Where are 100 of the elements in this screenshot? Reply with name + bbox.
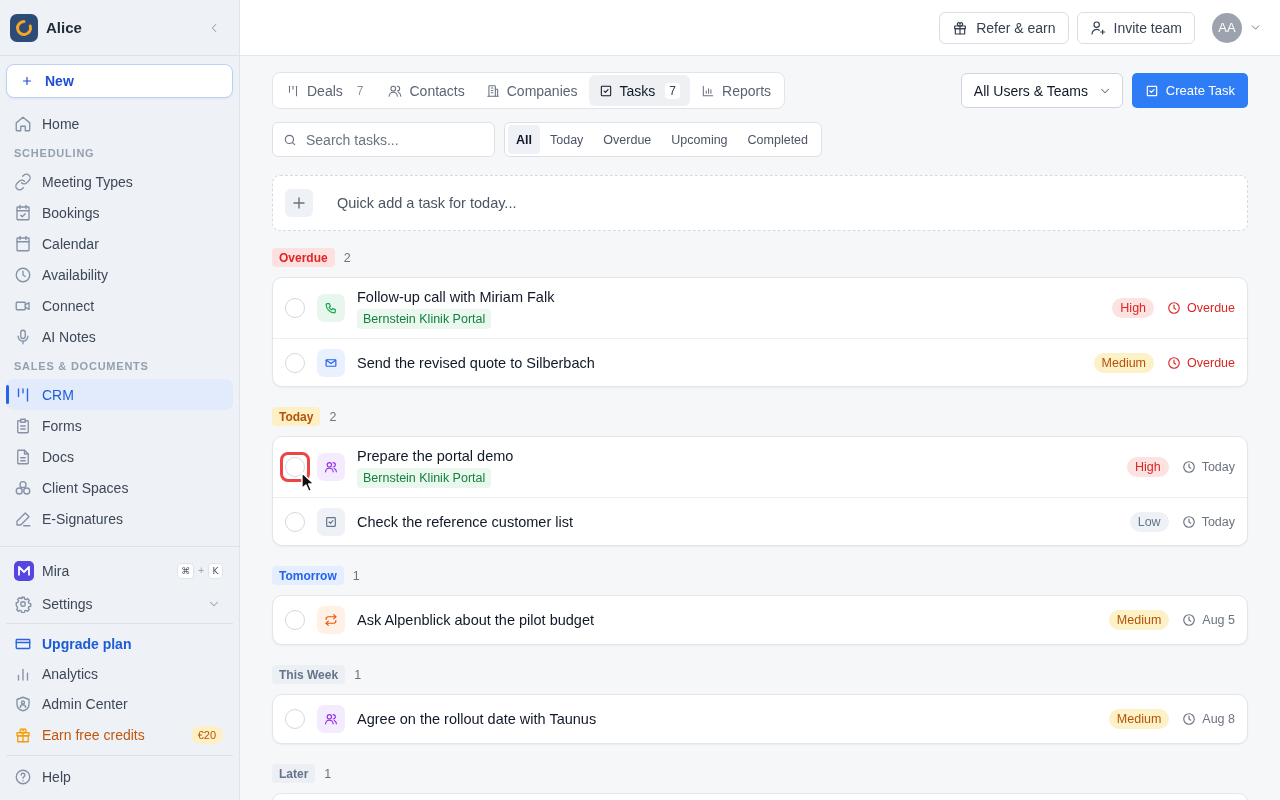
sidebar-item[interactable]: Availability	[6, 259, 233, 290]
filter-tab[interactable]: Completed	[737, 125, 819, 154]
shield-user-icon	[14, 695, 32, 713]
task-title: Prepare the portal demo	[357, 446, 514, 465]
columns-icon	[286, 83, 300, 98]
help-item[interactable]: Help	[6, 761, 233, 792]
group-count: 2	[329, 409, 337, 424]
group-count: 1	[352, 568, 360, 583]
due-label: Today	[1201, 460, 1235, 474]
shortcut-separator: +	[198, 565, 204, 576]
bar-chart-icon	[701, 83, 716, 98]
sidebar-link[interactable]: Analytics	[6, 659, 233, 689]
clock-icon	[1167, 301, 1182, 315]
tab[interactable]: Deals 7	[276, 75, 378, 106]
settings-icon	[14, 594, 32, 613]
due-label: Aug 5	[1202, 613, 1235, 627]
create-task-button[interactable]: Create Task	[1131, 73, 1248, 108]
quick-add-field[interactable]: Quick add a task for today...	[272, 175, 1248, 231]
priority-badge: Medium	[1093, 352, 1155, 373]
sidebar-item[interactable]: Docs	[6, 441, 233, 472]
tab-count: 7	[665, 82, 681, 99]
clock-icon	[1182, 712, 1197, 726]
new-button[interactable]: New	[6, 64, 233, 98]
workspace-logo-icon	[10, 13, 38, 42]
tab[interactable]: Companies	[475, 75, 588, 106]
task-title: Check the reference customer list	[357, 512, 573, 531]
task-title: Send the revised quote to Silberbach	[357, 353, 595, 372]
filter-tab[interactable]: Today	[540, 125, 594, 154]
shortcut-key: K	[208, 562, 223, 579]
help-icon	[14, 767, 32, 786]
filter-tab[interactable]: Upcoming	[661, 125, 738, 154]
task-title: Ask Alpenblick about the pilot budget	[357, 611, 594, 629]
invite-team-button[interactable]: Invite team	[1076, 11, 1195, 44]
group-count: 2	[343, 250, 351, 265]
refer-earn-button[interactable]: Refer & earn	[939, 11, 1069, 44]
sidebar-item[interactable]: AI Notes	[6, 321, 233, 352]
sidebar-item[interactable]: CRM	[6, 379, 233, 410]
workspace-name: Alice	[46, 19, 82, 36]
plus-icon[interactable]	[285, 189, 313, 217]
priority-badge: Medium	[1108, 709, 1170, 729]
due-label: Aug 8	[1202, 712, 1235, 726]
users-icon	[388, 83, 403, 98]
owner-dropdown[interactable]: All Users & Teams	[960, 73, 1123, 108]
filter-tab[interactable]: Overdue	[593, 125, 662, 154]
plus-icon	[21, 75, 33, 87]
link-icon	[14, 172, 32, 191]
settings-item[interactable]: Settings	[6, 588, 233, 619]
sidebar-item[interactable]: Calendar	[6, 228, 233, 259]
filter-tab[interactable]: All	[508, 125, 540, 154]
sidebar-item[interactable]: Connect	[6, 290, 233, 321]
users-icon	[317, 705, 345, 733]
sidebar-item[interactable]: Home	[6, 108, 233, 139]
priority-badge: High	[1112, 298, 1155, 318]
gift-icon	[14, 726, 32, 744]
due-label: Overdue	[1187, 355, 1235, 370]
users-icon	[317, 453, 345, 481]
sidebar-item[interactable]: Bookings	[6, 197, 233, 228]
due-label: Overdue	[1187, 301, 1235, 315]
calendar-icon	[14, 234, 32, 253]
tab-count: 7	[355, 82, 365, 99]
task-checkbox[interactable]	[285, 709, 305, 729]
due-label: Today	[1201, 514, 1235, 529]
circles-icon	[14, 478, 32, 497]
repeat-icon	[317, 606, 345, 634]
clock-icon	[14, 265, 32, 284]
building-icon	[485, 83, 500, 98]
credit-badge: €20	[190, 726, 223, 744]
clock-icon	[1181, 514, 1196, 529]
sidebar-item[interactable]: Meeting Types	[6, 166, 233, 197]
tab[interactable]: Tasks 7	[588, 75, 691, 106]
sidebar-item[interactable]: Forms	[6, 410, 233, 441]
assistant-logo-icon	[14, 560, 34, 581]
sidebar-item[interactable]: E-Signatures	[6, 503, 233, 534]
tab[interactable]: Contacts	[378, 75, 475, 106]
gift-icon	[952, 19, 969, 36]
shortcut-key: ⌘	[177, 562, 195, 579]
check-square-icon	[317, 507, 345, 536]
task-title: Agree on the rollout date with Taunus	[357, 710, 597, 728]
section-heading: SALES & DOCUMENTS	[14, 359, 149, 372]
group-label: This Week	[272, 665, 346, 684]
project-tag: Bernstein Klinik Portal	[357, 308, 492, 329]
section-heading: SCHEDULING	[14, 146, 95, 159]
priority-badge: Medium	[1108, 610, 1170, 630]
sidebar-link[interactable]: Upgrade plan	[6, 629, 233, 659]
search-field[interactable]: Search tasks...	[272, 122, 495, 157]
group-count: 1	[354, 667, 362, 682]
tab[interactable]: Reports	[691, 75, 782, 106]
task-checkbox[interactable]	[285, 352, 305, 373]
priority-badge: High	[1126, 457, 1169, 477]
task-checkbox[interactable]	[285, 298, 305, 318]
group-count: 1	[324, 766, 332, 781]
task-checkbox[interactable]	[285, 511, 305, 532]
assistant-item[interactable]: Mira ⌘ + K	[6, 555, 233, 586]
sidebar-item[interactable]: Client Spaces	[6, 472, 233, 503]
sidebar-link[interactable]: Earn free credits €20	[6, 719, 233, 751]
calendar-check-icon	[14, 203, 32, 222]
sidebar-link[interactable]: Admin Center	[6, 689, 233, 719]
task-checkbox[interactable]	[285, 610, 305, 630]
quick-add-input[interactable]: Quick add a task for today...	[337, 188, 1235, 218]
document-icon	[14, 447, 32, 466]
